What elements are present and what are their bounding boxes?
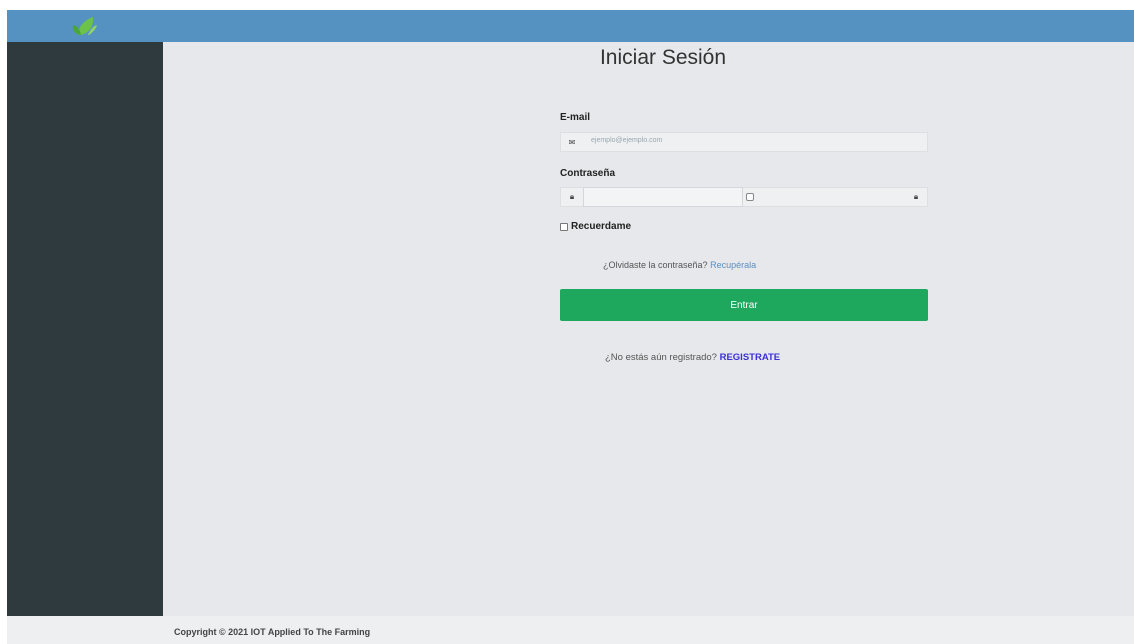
remember-label: Recuerdame <box>571 221 632 232</box>
leaf-icon <box>72 17 97 35</box>
show-password-toggle[interactable] <box>746 193 754 201</box>
email-field[interactable]: ✉ ejemplo@ejemplo.com <box>560 132 928 152</box>
register-text: ¿No estás aún registrado? <box>605 352 717 363</box>
password-field[interactable] <box>583 187 743 207</box>
register-link[interactable]: REGISTRATE <box>720 352 781 363</box>
forgot-password: ¿Olvidaste la contraseña? Recupérala <box>603 260 756 270</box>
envelope-icon: ✉ <box>568 137 576 147</box>
page-title: Iniciar Sesión <box>599 46 727 69</box>
submit-button[interactable]: Entrar <box>560 289 928 321</box>
sidebar <box>7 42 163 616</box>
lock-icon: 🔒︎ <box>913 192 919 201</box>
recover-link[interactable]: Recupérala <box>710 260 756 270</box>
register-prompt: ¿No estás aún registrado? REGISTRATE <box>605 352 780 363</box>
remember-checkbox[interactable] <box>560 222 568 231</box>
lock-icon: 🔒︎ <box>569 192 575 201</box>
main-content <box>163 42 1134 616</box>
brand-area[interactable] <box>7 10 163 42</box>
forgot-text: ¿Olvidaste la contraseña? <box>603 260 708 270</box>
remember-me[interactable]: Recuerdame <box>560 221 631 232</box>
top-navbar <box>7 10 1134 42</box>
app-screen: Iniciar Sesión E-mail ✉ ejemplo@ejemplo.… <box>7 10 1134 644</box>
password-group: 🔒︎ 🔒︎ <box>560 187 928 207</box>
email-placeholder: ejemplo@ejemplo.com <box>591 137 663 144</box>
password-label: Contraseña <box>560 168 616 179</box>
copyright-text: Copyright © 2021 IOT Applied To The Farm… <box>174 627 371 637</box>
email-label: E-mail <box>560 112 591 123</box>
footer: Copyright © 2021 IOT Applied To The Farm… <box>7 616 1134 644</box>
